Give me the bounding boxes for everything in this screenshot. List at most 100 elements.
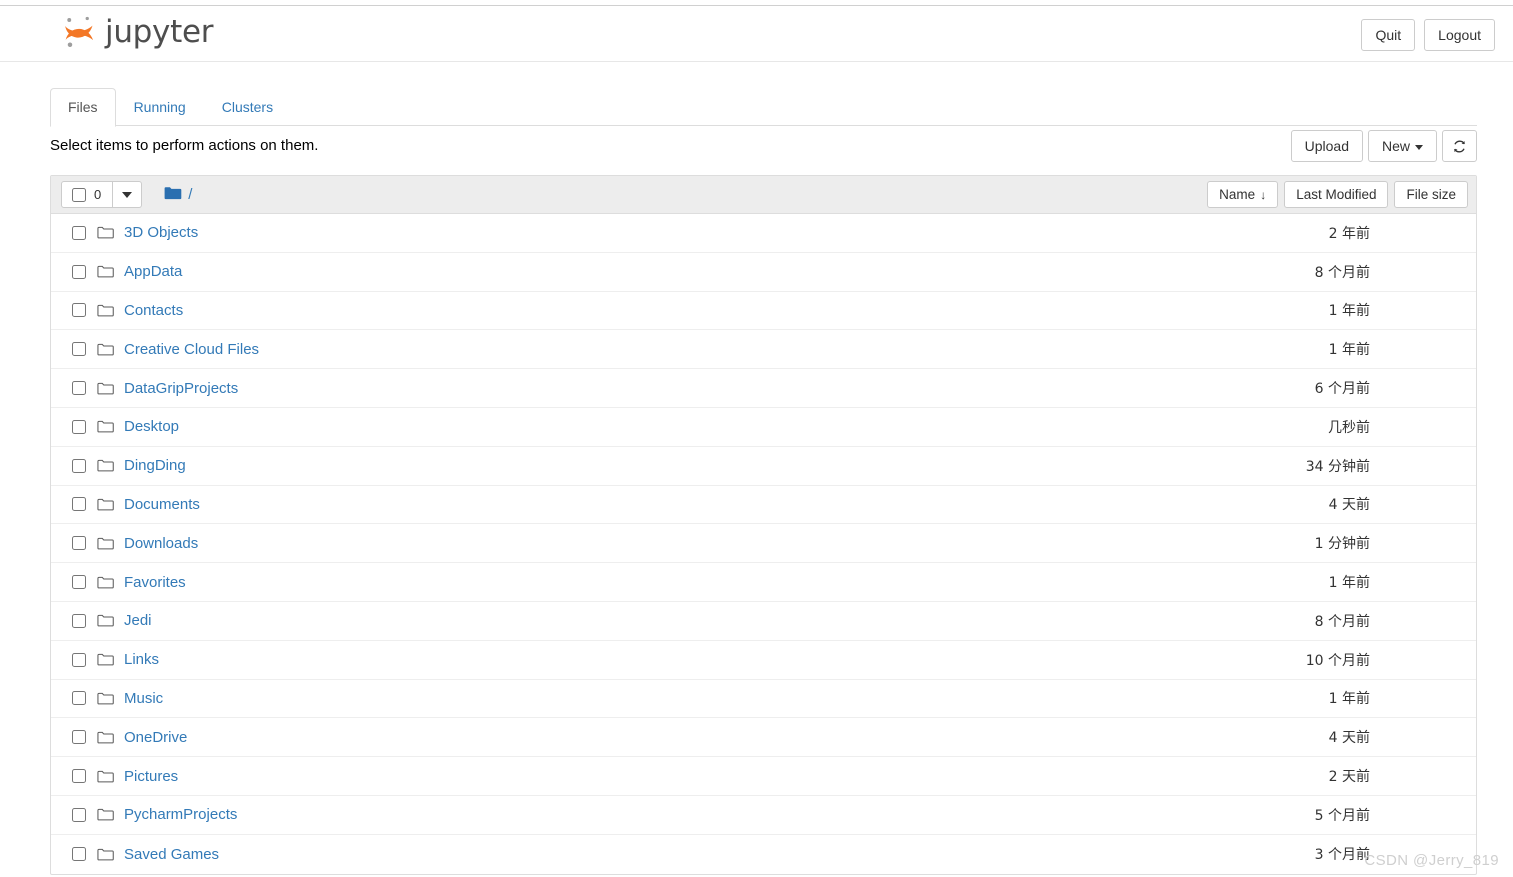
row-last-modified: 10 个月前 bbox=[1305, 652, 1370, 669]
row-checkbox[interactable] bbox=[72, 458, 86, 473]
file-link[interactable]: Contacts bbox=[124, 302, 183, 319]
refresh-button[interactable] bbox=[1442, 130, 1477, 163]
table-row[interactable]: AppData 8 个月前 bbox=[51, 253, 1476, 292]
table-row[interactable]: Creative Cloud Files 1 年前 bbox=[51, 330, 1476, 370]
row-checkbox[interactable] bbox=[72, 575, 86, 590]
row-name-cell: Pictures bbox=[97, 768, 1329, 785]
row-checkbox[interactable] bbox=[72, 769, 86, 784]
file-rows: 3D Objects 2 年前 AppData 8 个月前 Contacts 1 年前 Cr… bbox=[51, 214, 1476, 874]
row-checkbox[interactable] bbox=[72, 264, 86, 279]
folder-icon bbox=[97, 575, 114, 590]
row-checkbox[interactable] bbox=[72, 613, 86, 628]
file-link[interactable]: AppData bbox=[124, 263, 182, 280]
row-checkbox[interactable] bbox=[72, 381, 86, 396]
file-link[interactable]: Pictures bbox=[124, 768, 178, 785]
row-checkbox[interactable] bbox=[72, 419, 86, 434]
table-row[interactable]: Music 1 年前 bbox=[51, 680, 1476, 719]
row-name-cell: DataGripProjects bbox=[97, 380, 1315, 397]
table-row[interactable]: Links 10 个月前 bbox=[51, 641, 1476, 680]
file-link[interactable]: Favorites bbox=[124, 574, 186, 591]
row-checkbox-cell bbox=[61, 807, 97, 822]
row-last-modified: 4 天前 bbox=[1328, 730, 1370, 747]
table-row[interactable]: Downloads 1 分钟前 bbox=[51, 524, 1476, 564]
new-button-label: New bbox=[1381, 138, 1410, 154]
row-checkbox[interactable] bbox=[72, 342, 86, 357]
table-row[interactable]: Saved Games 3 个月前 bbox=[51, 835, 1476, 874]
file-link[interactable]: PycharmProjects bbox=[124, 806, 237, 823]
file-link[interactable]: Documents bbox=[124, 496, 200, 513]
file-link[interactable]: Jedi bbox=[124, 612, 152, 629]
file-link[interactable]: Desktop bbox=[124, 418, 179, 435]
row-checkbox-cell bbox=[61, 381, 97, 396]
file-link[interactable]: DingDing bbox=[124, 457, 186, 474]
tabs: Files Running Clusters bbox=[50, 88, 1477, 127]
tab-clusters[interactable]: Clusters bbox=[204, 88, 291, 127]
tab-files[interactable]: Files bbox=[50, 88, 116, 127]
row-checkbox[interactable] bbox=[72, 730, 86, 745]
file-link[interactable]: DataGripProjects bbox=[124, 380, 238, 397]
table-row[interactable]: Documents 4 天前 bbox=[51, 486, 1476, 525]
folder-icon bbox=[97, 652, 114, 667]
row-checkbox-cell bbox=[61, 225, 97, 240]
row-checkbox[interactable] bbox=[72, 536, 86, 551]
row-name-cell: Music bbox=[97, 690, 1329, 707]
row-name-cell: 3D Objects bbox=[97, 224, 1329, 241]
table-row[interactable]: PycharmProjects 5 个月前 bbox=[51, 796, 1476, 835]
upload-button[interactable]: Upload bbox=[1290, 130, 1363, 163]
table-row[interactable]: Desktop 几秒前 bbox=[51, 408, 1476, 447]
folder-icon bbox=[97, 847, 114, 862]
row-checkbox-cell bbox=[61, 575, 97, 590]
row-last-modified: 8 个月前 bbox=[1314, 264, 1370, 281]
row-checkbox[interactable] bbox=[72, 691, 86, 706]
select-all-dropdown-button[interactable] bbox=[113, 181, 143, 208]
row-last-modified: 1 年前 bbox=[1328, 575, 1370, 592]
row-checkbox-cell bbox=[61, 458, 97, 473]
table-row[interactable]: 3D Objects 2 年前 bbox=[51, 214, 1476, 253]
row-name-cell: Contacts bbox=[97, 302, 1329, 319]
file-link[interactable]: Saved Games bbox=[124, 846, 219, 863]
select-all-checkbox[interactable] bbox=[72, 187, 86, 202]
row-name-cell: Downloads bbox=[97, 535, 1315, 552]
row-checkbox[interactable] bbox=[72, 652, 86, 667]
file-list: 0 / Name ↓ Last Modified File size 3D Obj… bbox=[50, 175, 1477, 875]
sort-by-name-button[interactable]: Name ↓ bbox=[1207, 181, 1279, 208]
selection-hint: Select items to perform actions on them. bbox=[50, 137, 319, 154]
brand[interactable]: jupyter bbox=[62, 14, 213, 50]
breadcrumb[interactable]: / bbox=[164, 186, 192, 204]
file-link[interactable]: Downloads bbox=[124, 535, 198, 552]
file-link[interactable]: OneDrive bbox=[124, 729, 187, 746]
logout-button[interactable]: Logout bbox=[1424, 19, 1495, 52]
table-row[interactable]: DataGripProjects 6 个月前 bbox=[51, 369, 1476, 408]
select-all-control[interactable]: 0 bbox=[61, 181, 114, 208]
row-checkbox[interactable] bbox=[72, 497, 86, 512]
row-checkbox[interactable] bbox=[72, 847, 86, 862]
file-link[interactable]: Music bbox=[124, 690, 163, 707]
row-checkbox[interactable] bbox=[72, 225, 86, 240]
row-last-modified: 1 年前 bbox=[1328, 691, 1370, 708]
table-row[interactable]: Contacts 1 年前 bbox=[51, 292, 1476, 331]
table-row[interactable]: OneDrive 4 天前 bbox=[51, 718, 1476, 758]
folder-icon bbox=[97, 419, 114, 434]
file-link[interactable]: Links bbox=[124, 651, 159, 668]
new-button[interactable]: New bbox=[1367, 130, 1437, 163]
table-row[interactable]: Jedi 8 个月前 bbox=[51, 602, 1476, 641]
site-header: jupyter Quit Logout bbox=[0, 6, 1513, 62]
row-checkbox-cell bbox=[61, 497, 97, 512]
tab-running[interactable]: Running bbox=[116, 88, 204, 127]
sort-by-last-modified-button[interactable]: Last Modified bbox=[1284, 181, 1389, 208]
breadcrumb-root[interactable]: / bbox=[188, 186, 192, 203]
row-checkbox-cell bbox=[61, 847, 97, 862]
quit-button[interactable]: Quit bbox=[1361, 19, 1416, 52]
select-all-group: 0 bbox=[61, 181, 143, 208]
file-link[interactable]: Creative Cloud Files bbox=[124, 341, 259, 358]
file-link[interactable]: 3D Objects bbox=[124, 224, 198, 241]
row-checkbox[interactable] bbox=[72, 807, 86, 822]
row-checkbox-cell bbox=[61, 342, 97, 357]
row-last-modified: 6 个月前 bbox=[1314, 381, 1370, 398]
table-row[interactable]: DingDing 34 分钟前 bbox=[51, 447, 1476, 486]
table-row[interactable]: Pictures 2 天前 bbox=[51, 757, 1476, 796]
table-row[interactable]: Favorites 1 年前 bbox=[51, 563, 1476, 602]
row-checkbox[interactable] bbox=[72, 303, 86, 318]
sort-by-file-size-button[interactable]: File size bbox=[1394, 181, 1468, 208]
jupyter-logo-icon bbox=[62, 14, 96, 50]
